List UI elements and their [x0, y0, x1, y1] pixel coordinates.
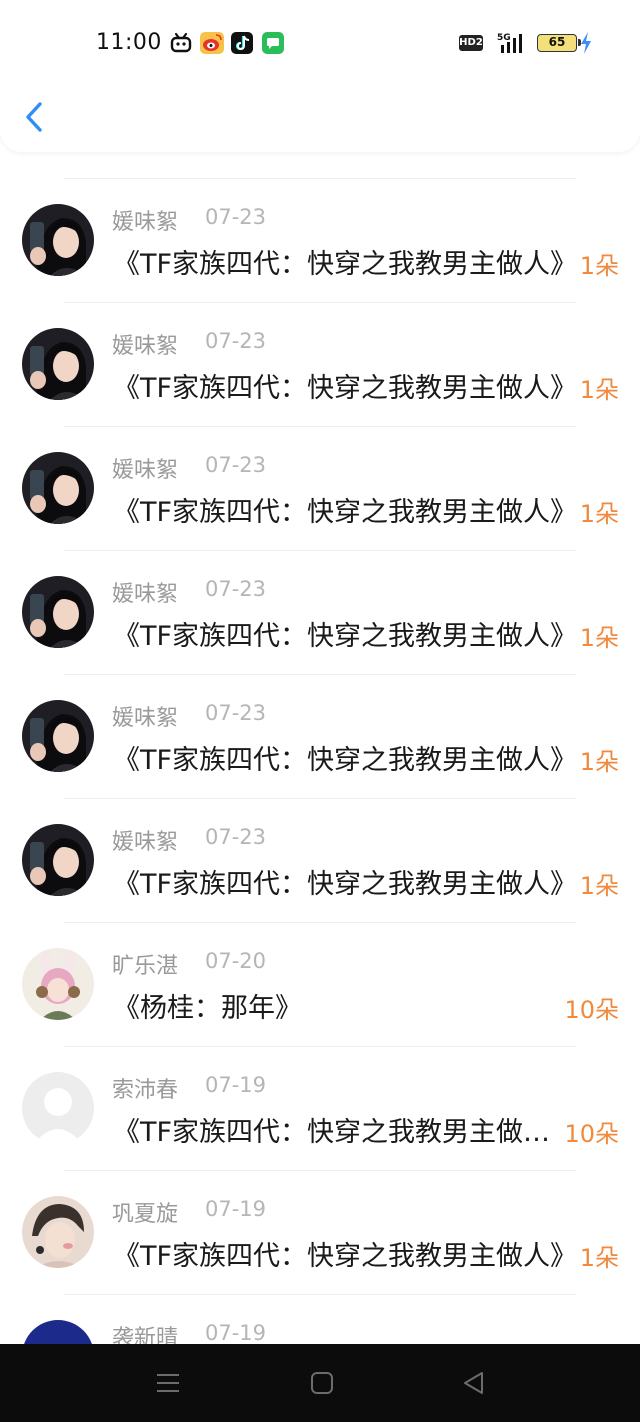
tiktok-icon — [231, 32, 253, 54]
flower-count: 10朵 — [564, 996, 619, 1024]
weibo-icon — [200, 32, 224, 54]
divider — [64, 798, 576, 799]
sender-name: 巩夏旋 — [112, 1202, 179, 1227]
flower-count: 1朵 — [579, 252, 619, 280]
sender-name: 媛味絮 — [112, 458, 179, 483]
list-item[interactable]: 旷乐湛 07-20 《杨桂：那年》 10朵 — [0, 898, 640, 1025]
record-date: 07-23 — [205, 577, 267, 601]
menu-icon[interactable] — [155, 1370, 181, 1396]
avatar[interactable] — [22, 328, 94, 400]
list-item[interactable]: 媛味絮 07-23 《TF家族四代：快穿之我教男主做人》 1朵 — [0, 154, 640, 281]
divider — [64, 922, 576, 923]
record-date: 07-19 — [205, 1321, 267, 1345]
book-title[interactable]: 《TF家族四代：快穿之我教男主做人》 — [113, 738, 578, 777]
record-date: 07-19 — [205, 1073, 267, 1097]
book-title[interactable]: 《TF家族四代：快穿之我教男主做人》 — [113, 366, 578, 405]
record-date: 07-20 — [205, 949, 267, 973]
book-title[interactable]: 《TF家族四代：快穿之我教男主做人》 — [113, 1110, 553, 1149]
list-item[interactable]: 巩夏旋 07-19 《TF家族四代：快穿之我教男主做人》 1朵 — [0, 1146, 640, 1273]
record-date: 07-23 — [205, 825, 267, 849]
flower-count: 10朵 — [564, 1120, 619, 1148]
home-square-icon[interactable] — [309, 1370, 335, 1396]
status-bar: 11:00 HD2 5G 65 — [0, 26, 640, 60]
sender-name: 旷乐湛 — [112, 954, 179, 979]
flower-count: 1朵 — [579, 1244, 619, 1272]
list-item[interactable]: 索沛春 07-19 《TF家族四代：快穿之我教男主做人》 10朵 — [0, 1022, 640, 1149]
avatar[interactable] — [22, 1196, 94, 1268]
avatar[interactable] — [22, 948, 94, 1020]
sender-name: 媛味絮 — [112, 334, 179, 359]
avatar[interactable] — [22, 576, 94, 648]
avatar[interactable] — [22, 824, 94, 896]
divider — [64, 550, 576, 551]
flower-count: 1朵 — [579, 872, 619, 900]
record-date: 07-23 — [205, 329, 267, 353]
avatar[interactable] — [22, 452, 94, 524]
list-item[interactable]: 媛味絮 07-23 《TF家族四代：快穿之我教男主做人》 1朵 — [0, 774, 640, 901]
book-title[interactable]: 《TF家族四代：快穿之我教男主做人》 — [113, 490, 578, 529]
book-title[interactable]: 《TF家族四代：快穿之我教男主做人》 — [113, 1234, 578, 1273]
sender-name: 索沛春 — [112, 1078, 179, 1103]
sender-name: 媛味絮 — [112, 706, 179, 731]
back-triangle-icon[interactable] — [461, 1370, 487, 1396]
record-date: 07-23 — [205, 701, 267, 725]
status-time: 11:00 — [96, 30, 162, 55]
record-date: 07-19 — [205, 1197, 267, 1221]
messages-icon — [262, 32, 284, 54]
avatar[interactable] — [22, 700, 94, 772]
divider — [64, 302, 576, 303]
charging-bolt-icon — [579, 31, 593, 55]
sender-name: 媛味絮 — [112, 830, 179, 855]
svg-text:5G: 5G — [497, 33, 511, 43]
signal-icon: 5G — [497, 31, 527, 55]
bilibili-icon — [170, 32, 192, 54]
list-item[interactable]: 媛味絮 07-23 《TF家族四代：快穿之我教男主做人》 1朵 — [0, 278, 640, 405]
sender-name: 媛味絮 — [112, 210, 179, 235]
divider — [64, 426, 576, 427]
divider — [64, 1294, 576, 1295]
battery-indicator: 65 — [537, 34, 581, 52]
list-item[interactable]: 媛味絮 07-23 《TF家族四代：快穿之我教男主做人》 1朵 — [0, 402, 640, 529]
avatar[interactable] — [22, 1072, 94, 1144]
system-nav-bar — [0, 1344, 640, 1422]
book-title[interactable]: 《TF家族四代：快穿之我教男主做人》 — [113, 614, 578, 653]
flower-count: 1朵 — [579, 624, 619, 652]
flower-count: 1朵 — [579, 748, 619, 776]
list-item[interactable]: 媛味絮 07-23 《TF家族四代：快穿之我教男主做人》 1朵 — [0, 650, 640, 777]
record-date: 07-23 — [205, 205, 267, 229]
sender-name: 媛味絮 — [112, 582, 179, 607]
avatar[interactable] — [22, 204, 94, 276]
divider — [64, 178, 576, 179]
book-title[interactable]: 《TF家族四代：快穿之我教男主做人》 — [113, 242, 578, 281]
back-button[interactable] — [20, 98, 50, 138]
list-item[interactable]: 媛味絮 07-23 《TF家族四代：快穿之我教男主做人》 1朵 — [0, 526, 640, 653]
hd-badge: HD2 — [459, 35, 483, 51]
book-title[interactable]: 《杨桂：那年》 — [113, 986, 553, 1025]
divider — [64, 1170, 576, 1171]
flower-count: 1朵 — [579, 500, 619, 528]
divider — [64, 674, 576, 675]
header: 11:00 HD2 5G 65 — [0, 0, 640, 152]
chevron-left-icon — [26, 102, 42, 132]
gift-record-list: 媛味絮 07-23 《TF家族四代：快穿之我教男主做人》 1朵 媛味絮 07-23 《TF家… — [0, 154, 640, 1394]
book-title[interactable]: 《TF家族四代：快穿之我教男主做人》 — [113, 862, 578, 901]
record-date: 07-23 — [205, 453, 267, 477]
flower-count: 1朵 — [579, 376, 619, 404]
divider — [64, 1046, 576, 1047]
